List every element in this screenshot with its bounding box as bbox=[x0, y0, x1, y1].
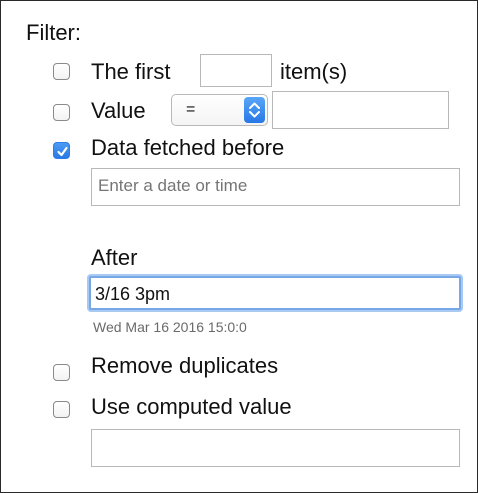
after-date-input[interactable]: 3/16 3pm bbox=[89, 276, 461, 310]
fetched-before-checkbox[interactable] bbox=[53, 142, 70, 159]
chevron-up-down-icon bbox=[244, 97, 265, 123]
filter-title: Filter: bbox=[26, 20, 81, 45]
remove-duplicates-label: Remove duplicates bbox=[91, 353, 279, 378]
fetched-before-date-field[interactable] bbox=[92, 169, 464, 203]
items-suffix-label: item(s) bbox=[280, 59, 348, 84]
first-items-checkbox[interactable] bbox=[53, 63, 70, 80]
after-label: After bbox=[91, 245, 138, 270]
filter-panel: Filter: The first item(s) Value = Data f… bbox=[0, 0, 478, 493]
first-items-count-field[interactable] bbox=[201, 55, 273, 84]
checkmark-icon bbox=[57, 146, 68, 157]
use-computed-value-checkbox[interactable] bbox=[53, 401, 70, 418]
first-items-count-input[interactable] bbox=[200, 54, 273, 87]
after-date-value: 3/16 3pm bbox=[95, 284, 171, 304]
remove-duplicates-checkbox[interactable] bbox=[53, 364, 70, 381]
use-computed-value-label: Use computed value bbox=[91, 394, 292, 419]
fetched-before-date-input[interactable] bbox=[91, 168, 464, 206]
value-input[interactable] bbox=[272, 91, 451, 129]
fetched-before-label: Data fetched before bbox=[91, 135, 285, 160]
computed-value-input[interactable] bbox=[91, 429, 464, 467]
after-date-parsed: Wed Mar 16 2016 15:0:0 bbox=[93, 319, 247, 335]
value-checkbox[interactable] bbox=[53, 104, 70, 121]
value-label: Value bbox=[91, 98, 146, 123]
value-operator-select[interactable]: = bbox=[171, 94, 268, 126]
value-field[interactable] bbox=[273, 92, 451, 126]
value-operator-selected: = bbox=[186, 101, 196, 118]
computed-value-field[interactable] bbox=[92, 430, 464, 464]
first-items-label: The first bbox=[91, 59, 171, 84]
